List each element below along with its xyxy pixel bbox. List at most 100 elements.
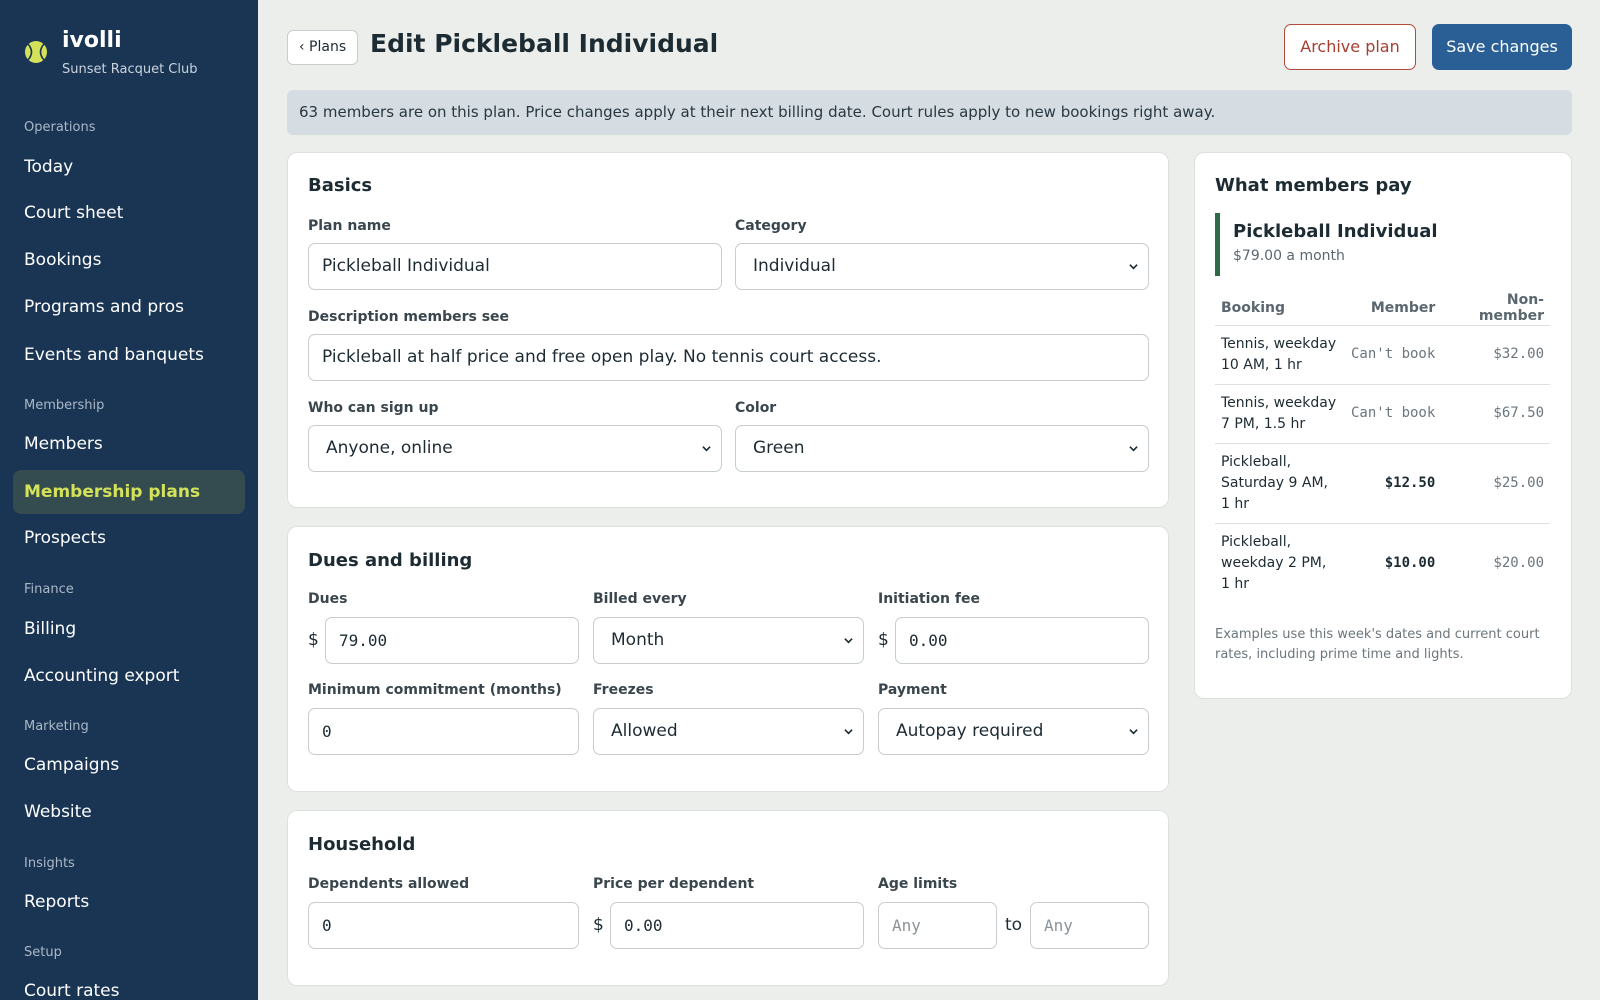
member-price-cell: $10.00 (1384, 554, 1436, 571)
sidebar-item-members[interactable]: Members (13, 422, 245, 466)
table-row: Pickleball, weekday 2 PM, 1 hr $10.00 $2… (1215, 523, 1550, 603)
basics-title: Basics (308, 175, 373, 196)
signup-select[interactable]: Anyone, online (308, 425, 722, 472)
billed-every-label: Billed every (593, 591, 687, 607)
chevron-down-icon (1129, 729, 1138, 735)
table-row: Tennis, weekday 10 AM, 1 hr Can't book $… (1215, 325, 1550, 385)
sidebar-item-court-rates[interactable]: Court rates (13, 969, 245, 1000)
dues-label: Dues (308, 591, 348, 607)
min-commitment-input[interactable]: 0 (308, 708, 579, 755)
table-row: Pickleball, Saturday 9 AM, 1 hr $12.50 $… (1215, 443, 1550, 524)
column-header-booking: Booking (1215, 291, 1345, 326)
non-member-price-cell: $32.00 (1441, 325, 1550, 385)
plan-notice-banner: 63 members are on this plan. Price chang… (287, 90, 1572, 135)
age-min-input[interactable]: Any (878, 902, 997, 949)
chevron-down-icon (1129, 446, 1138, 452)
panel-title: What members pay (1215, 175, 1412, 196)
panel-footnote: Examples use this week's dates and curre… (1215, 627, 1540, 662)
min-commitment-label: Minimum commitment (months) (308, 682, 562, 698)
sidebar-item-reports[interactable]: Reports (13, 880, 245, 924)
sidebar-item-billing[interactable]: Billing (13, 607, 245, 651)
booking-cell: Tennis, weekday 10 AM, 1 hr (1215, 325, 1345, 385)
plan-summary-name: Pickleball Individual (1233, 221, 1438, 242)
payment-label: Payment (878, 682, 947, 698)
initiation-fee-input[interactable]: 0.00 (895, 617, 1149, 664)
signup-label: Who can sign up (308, 400, 439, 416)
plan-summary: Pickleball Individual $79.00 a month (1215, 213, 1535, 276)
nav-section-membership: Membership (24, 398, 105, 413)
initiation-fee-label: Initiation fee (878, 591, 980, 607)
member-price-cell: $12.50 (1345, 443, 1442, 524)
description-input[interactable]: Pickleball at half price and free open p… (308, 334, 1149, 381)
sidebar-item-events[interactable]: Events and banquets (13, 333, 245, 377)
price-per-dependent-input[interactable]: 0.00 (610, 902, 864, 949)
pricing-table: Booking Member Non-member Tennis, weekda… (1215, 291, 1550, 603)
sidebar-item-today[interactable]: Today (13, 145, 245, 189)
age-max-input[interactable]: Any (1030, 902, 1149, 949)
freezes-select[interactable]: Allowed (593, 708, 864, 755)
payment-value: Autopay required (896, 721, 1044, 741)
age-to-label: to (1005, 915, 1023, 935)
booking-cell: Tennis, weekday 7 PM, 1.5 hr (1215, 384, 1345, 444)
dependents-input[interactable]: 0 (308, 902, 579, 949)
nav-section-marketing: Marketing (24, 719, 89, 734)
archive-plan-button[interactable]: Archive plan (1284, 24, 1416, 70)
non-member-price-cell: $25.00 (1441, 443, 1550, 524)
billed-every-value: Month (611, 630, 665, 650)
sidebar-item-bookings[interactable]: Bookings (13, 238, 245, 282)
plan-summary-price: $79.00 a month (1233, 248, 1345, 264)
sidebar-item-accounting-export[interactable]: Accounting export (13, 654, 245, 698)
payment-select[interactable]: Autopay required (878, 708, 1149, 755)
pricing-header-row: Booking Member Non-member (1215, 291, 1550, 326)
category-label: Category (735, 218, 807, 234)
column-header-non-member: Non-member (1441, 291, 1550, 326)
save-changes-button[interactable]: Save changes (1432, 24, 1572, 70)
sidebar-item-prospects[interactable]: Prospects (13, 516, 245, 560)
back-to-plans-button[interactable]: ‹ Plans (287, 30, 359, 65)
household-title: Household (308, 834, 416, 855)
dependent-currency: $ (593, 915, 604, 935)
dependents-label: Dependents allowed (308, 876, 470, 892)
booking-cell: Pickleball, weekday 2 PM, 1 hr (1221, 533, 1327, 592)
non-member-price-cell: $20.00 (1493, 554, 1544, 571)
plan-name-label: Plan name (308, 218, 391, 234)
dues-input[interactable]: 79.00 (325, 617, 579, 664)
dues-currency: $ (308, 630, 319, 650)
price-per-dependent-label: Price per dependent (593, 876, 755, 892)
booking-cell: Pickleball, Saturday 9 AM, 1 hr (1215, 443, 1345, 524)
page-title: Edit Pickleball Individual (370, 29, 719, 58)
color-value: Green (753, 438, 805, 458)
table-row: Tennis, weekday 7 PM, 1.5 hr Can't book … (1215, 384, 1550, 444)
tennis-ball-icon (25, 41, 47, 63)
dues-title: Dues and billing (308, 550, 473, 571)
chevron-down-icon (844, 729, 853, 735)
category-value: Individual (753, 256, 836, 276)
sidebar-item-membership-plans[interactable]: Membership plans (13, 470, 245, 514)
nav-section-operations: Operations (24, 120, 96, 135)
brand-name: ivolli (62, 28, 122, 53)
sidebar-item-website[interactable]: Website (13, 790, 245, 834)
description-label: Description members see (308, 309, 510, 325)
sidebar-item-court-sheet[interactable]: Court sheet (13, 191, 245, 235)
nav-section-setup: Setup (24, 945, 62, 960)
chevron-down-icon (844, 638, 853, 644)
brand: ivolli Sunset Racquet Club (24, 26, 198, 77)
dues-card: Dues and billing Dues $ 79.00 Billed eve… (287, 526, 1169, 792)
nav-section-finance: Finance (24, 582, 74, 597)
color-select[interactable]: Green (735, 425, 1149, 472)
color-label: Color (735, 400, 777, 416)
age-limits-label: Age limits (878, 876, 958, 892)
category-select[interactable]: Individual (735, 243, 1149, 290)
initiation-currency: $ (878, 630, 889, 650)
basics-card: Basics Plan name Pickleball Individual C… (287, 152, 1169, 508)
column-header-member: Member (1345, 291, 1442, 326)
sidebar-item-campaigns[interactable]: Campaigns (13, 743, 245, 787)
club-name: Sunset Racquet Club (62, 62, 198, 77)
sidebar-item-programs[interactable]: Programs and pros (13, 285, 245, 329)
member-price-cell: Can't book (1345, 325, 1442, 385)
chevron-down-icon (702, 446, 711, 452)
billed-every-select[interactable]: Month (593, 617, 864, 664)
household-card: Household Dependents allowed 0 Price per… (287, 810, 1169, 986)
non-member-price-cell: $67.50 (1441, 384, 1550, 444)
plan-name-input[interactable]: Pickleball Individual (308, 243, 722, 290)
